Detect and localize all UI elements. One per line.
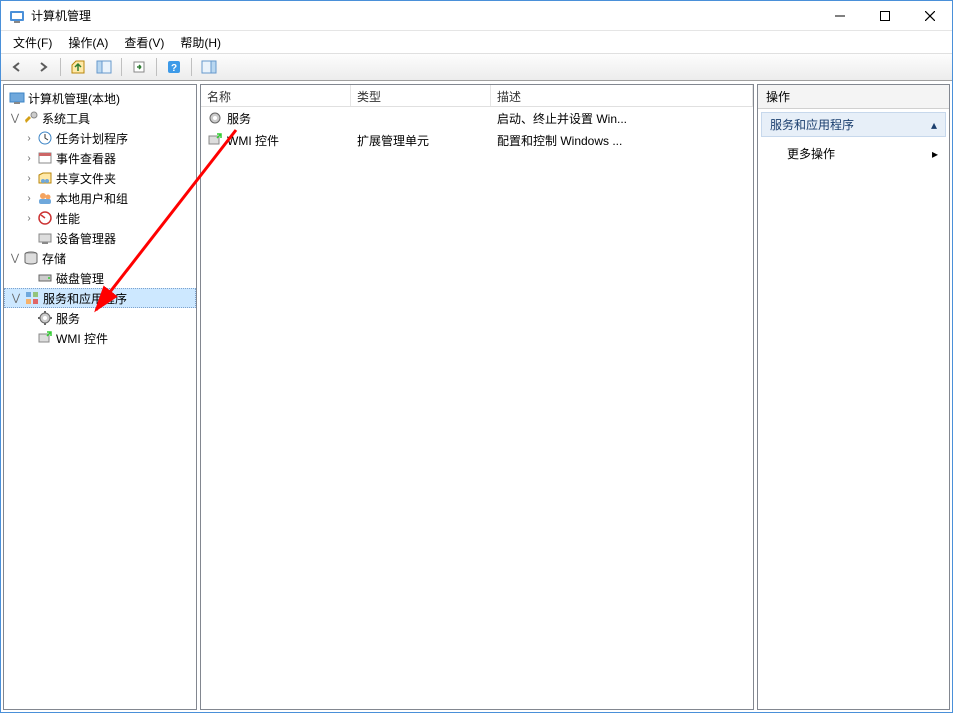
expand-icon[interactable]: › <box>22 173 36 184</box>
tree-label: 任务计划程序 <box>56 130 128 147</box>
tree-label: WMI 控件 <box>56 330 108 347</box>
expand-icon[interactable]: › <box>22 213 36 224</box>
wmi-icon <box>207 132 223 148</box>
show-hide-actions-button[interactable] <box>197 56 221 78</box>
svg-text:?: ? <box>171 63 177 74</box>
disk-icon <box>37 270 53 286</box>
computer-management-window: 计算机管理 文件(F) 操作(A) 查看(V) 帮助(H) ? <box>0 0 953 713</box>
toolbar: ? <box>1 53 952 81</box>
column-name[interactable]: 名称 <box>201 85 351 106</box>
list-row[interactable]: WMI 控件 扩展管理单元 配置和控制 Windows ... <box>201 129 753 151</box>
menu-file[interactable]: 文件(F) <box>7 32 58 53</box>
performance-icon <box>37 210 53 226</box>
maximize-button[interactable] <box>862 1 907 30</box>
tree-performance[interactable]: › 性能 <box>4 208 196 228</box>
storage-icon <box>23 250 39 266</box>
content-area: 计算机管理(本地) ⋁ 系统工具 › 任务计划程序 › 事件查看器 <box>3 83 950 710</box>
window-controls <box>817 1 952 30</box>
tools-icon <box>23 110 39 126</box>
collapse-icon[interactable]: ⋁ <box>8 253 22 264</box>
tree-label: 设备管理器 <box>56 230 116 247</box>
event-icon <box>37 150 53 166</box>
tree-label: 事件查看器 <box>56 150 116 167</box>
tree-label: 存储 <box>42 250 66 267</box>
actions-group-label: 服务和应用程序 <box>770 116 854 133</box>
expand-icon[interactable]: › <box>22 133 36 144</box>
device-icon <box>37 230 53 246</box>
toolbar-separator <box>191 58 192 76</box>
tree-event-viewer[interactable]: › 事件查看器 <box>4 148 196 168</box>
gear-icon <box>37 310 53 326</box>
menu-help[interactable]: 帮助(H) <box>174 32 227 53</box>
window-title: 计算机管理 <box>31 7 817 24</box>
toolbar-separator <box>156 58 157 76</box>
collapse-icon[interactable]: ⋁ <box>9 293 23 304</box>
tree-label: 系统工具 <box>42 110 90 127</box>
chevron-right-icon: ▸ <box>932 147 938 161</box>
cell-text: 启动、终止并设置 Win... <box>491 110 753 127</box>
tree-wmi[interactable]: WMI 控件 <box>4 328 196 348</box>
tree-label: 服务 <box>56 310 80 327</box>
minimize-button[interactable] <box>817 1 862 30</box>
actions-header: 操作 <box>758 85 949 109</box>
toolbar-separator <box>121 58 122 76</box>
list-pane: 名称 类型 描述 服务 启动、终止并设置 Win... WMI 控件 <box>200 84 754 710</box>
cell-text: WMI 控件 <box>227 132 279 149</box>
menu-action[interactable]: 操作(A) <box>62 32 114 53</box>
titlebar: 计算机管理 <box>1 1 952 31</box>
collapse-icon[interactable]: ⋁ <box>8 113 22 124</box>
tree-shared-folders[interactable]: › 共享文件夹 <box>4 168 196 188</box>
column-type[interactable]: 类型 <box>351 85 491 106</box>
tree-services-apps[interactable]: ⋁ 服务和应用程序 <box>4 288 196 308</box>
expand-icon[interactable]: › <box>22 193 36 204</box>
show-hide-tree-button[interactable] <box>92 56 116 78</box>
tree-root[interactable]: 计算机管理(本地) <box>4 88 196 108</box>
tree-label: 磁盘管理 <box>56 270 104 287</box>
close-button[interactable] <box>907 1 952 30</box>
help-button[interactable]: ? <box>162 56 186 78</box>
forward-button[interactable] <box>31 56 55 78</box>
tree-local-users[interactable]: › 本地用户和组 <box>4 188 196 208</box>
shared-folder-icon <box>37 170 53 186</box>
tree-label: 本地用户和组 <box>56 190 128 207</box>
cell-text: 配置和控制 Windows ... <box>491 132 753 149</box>
tree-label: 服务和应用程序 <box>43 290 127 307</box>
tree-system-tools[interactable]: ⋁ 系统工具 <box>4 108 196 128</box>
clock-icon <box>37 130 53 146</box>
list-header: 名称 类型 描述 <box>201 85 753 107</box>
column-desc[interactable]: 描述 <box>491 85 753 106</box>
cell-text: 扩展管理单元 <box>351 132 491 149</box>
tree-disk-management[interactable]: 磁盘管理 <box>4 268 196 288</box>
tree-storage[interactable]: ⋁ 存储 <box>4 248 196 268</box>
export-button[interactable] <box>127 56 151 78</box>
cell-text: 服务 <box>227 110 251 127</box>
expand-icon[interactable]: › <box>22 153 36 164</box>
tree-label: 性能 <box>56 210 80 227</box>
tree-label: 计算机管理(本地) <box>28 90 120 107</box>
actions-group-title[interactable]: 服务和应用程序 ▴ <box>761 112 946 137</box>
collapse-icon: ▴ <box>931 118 937 132</box>
list-body[interactable]: 服务 启动、终止并设置 Win... WMI 控件 扩展管理单元 配置和控制 W… <box>201 107 753 709</box>
services-apps-icon <box>24 290 40 306</box>
up-button[interactable] <box>66 56 90 78</box>
menu-view[interactable]: 查看(V) <box>118 32 170 53</box>
list-row[interactable]: 服务 启动、终止并设置 Win... <box>201 107 753 129</box>
tree-services[interactable]: 服务 <box>4 308 196 328</box>
actions-item-label: 更多操作 <box>787 145 835 162</box>
tree-label: 共享文件夹 <box>56 170 116 187</box>
gear-icon <box>207 110 223 126</box>
app-icon <box>9 8 25 24</box>
menubar: 文件(F) 操作(A) 查看(V) 帮助(H) <box>1 31 952 53</box>
toolbar-separator <box>60 58 61 76</box>
tree-pane[interactable]: 计算机管理(本地) ⋁ 系统工具 › 任务计划程序 › 事件查看器 <box>3 84 197 710</box>
wmi-icon <box>37 330 53 346</box>
tree-device-manager[interactable]: 设备管理器 <box>4 228 196 248</box>
users-icon <box>37 190 53 206</box>
computer-icon <box>9 90 25 106</box>
back-button[interactable] <box>5 56 29 78</box>
actions-pane: 操作 服务和应用程序 ▴ 更多操作 ▸ <box>757 84 950 710</box>
actions-more[interactable]: 更多操作 ▸ <box>761 141 946 166</box>
tree-task-scheduler[interactable]: › 任务计划程序 <box>4 128 196 148</box>
